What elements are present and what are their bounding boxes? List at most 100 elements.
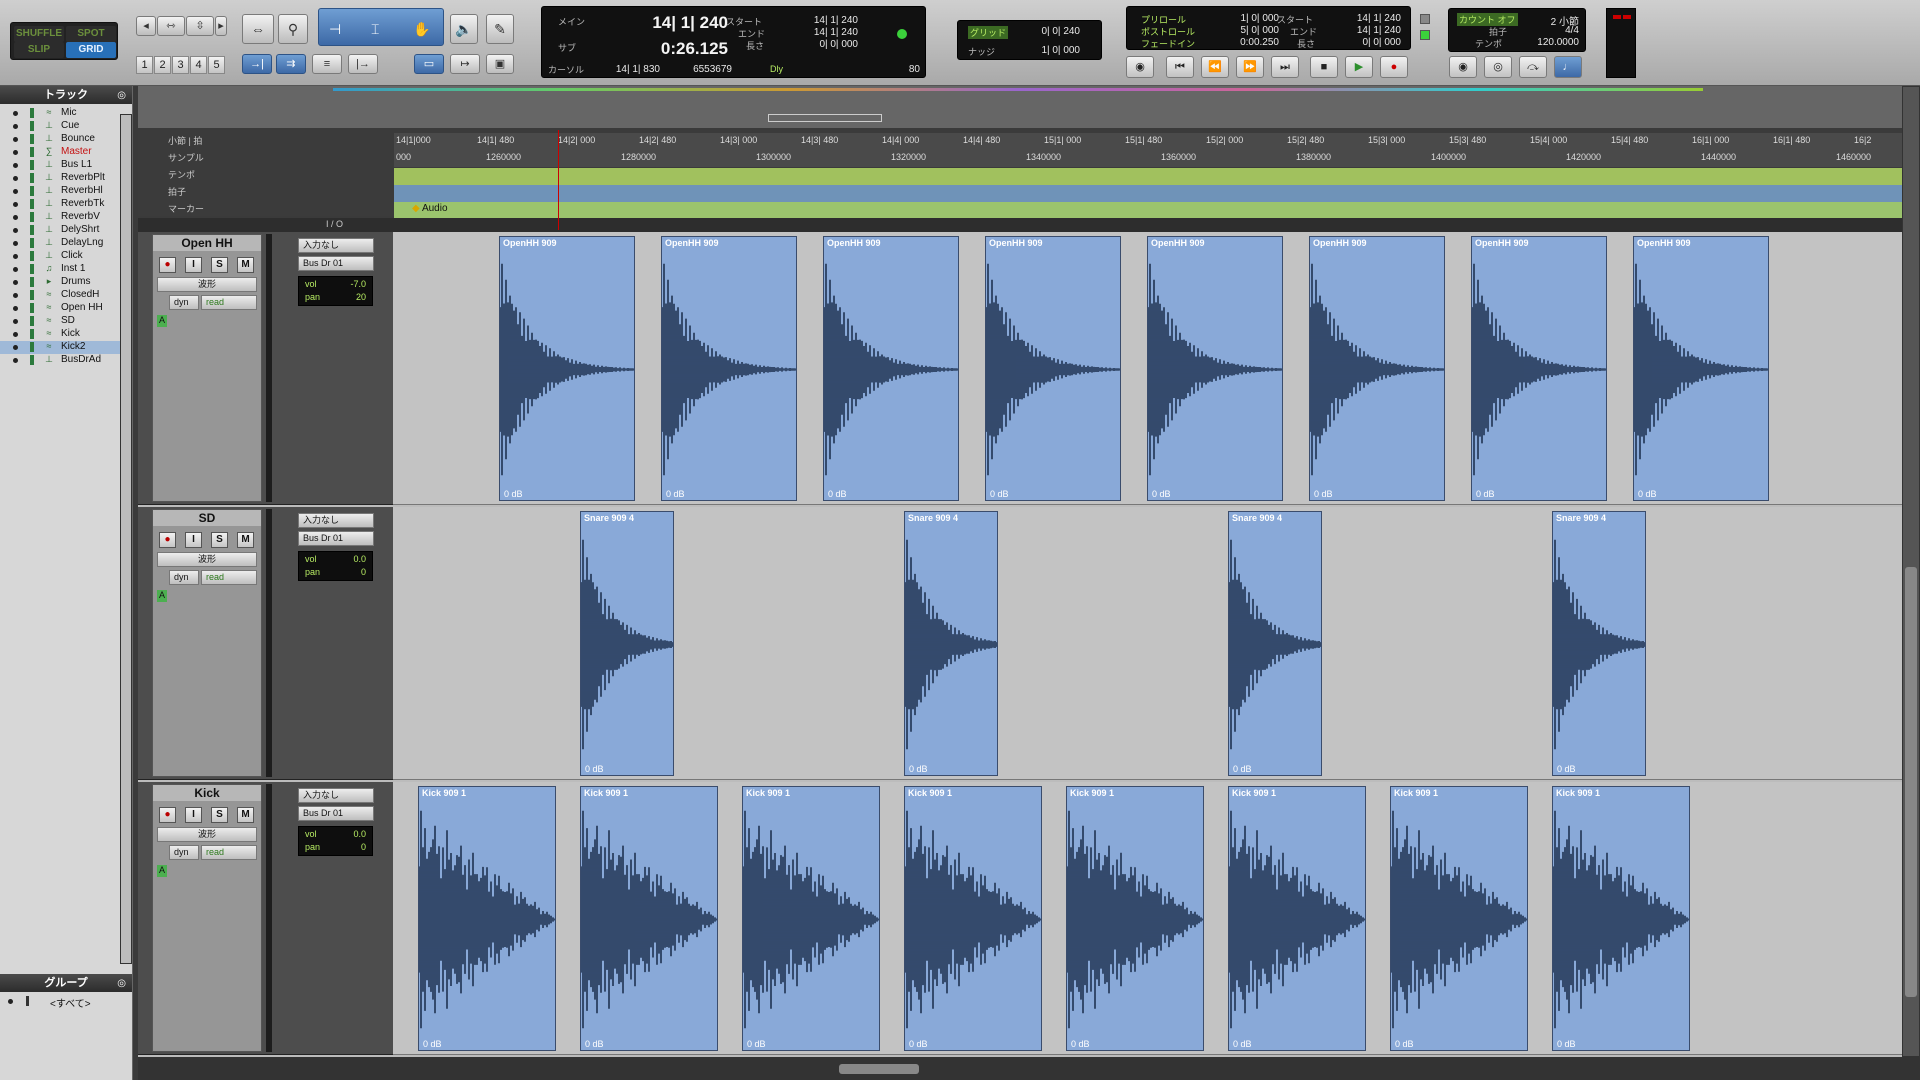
metronome-icon[interactable]: ◉: [1449, 56, 1477, 78]
clip-gain-label[interactable]: 0 dB: [990, 489, 1009, 499]
audio-clip[interactable]: Kick 909 1 0 dB: [1390, 786, 1528, 1051]
playhead-icon[interactable]: ▣: [486, 54, 514, 74]
group-all-row[interactable]: <すべて>: [0, 995, 132, 1010]
audio-clip[interactable]: OpenHH 909 0 dB: [1633, 236, 1769, 501]
nudge-label[interactable]: ナッジ: [968, 45, 995, 58]
audio-clip[interactable]: Snare 909 4 0 dB: [1228, 511, 1322, 776]
sidebar-track-row[interactable]: ⊥ ReverbTk: [0, 198, 132, 211]
length-value[interactable]: 0| 0| 000: [792, 39, 858, 50]
sidebar-track-row[interactable]: ⊥ BusDrAd: [0, 354, 132, 367]
track-show-dot[interactable]: [13, 228, 18, 233]
audio-clip[interactable]: Kick 909 1 0 dB: [418, 786, 556, 1051]
zoom-preset-5[interactable]: 5: [208, 56, 225, 74]
shuffle-mode-button[interactable]: SHUFFLE: [14, 26, 64, 42]
track-view-selector[interactable]: 波形: [157, 827, 257, 842]
playlist-icon[interactable]: A: [157, 865, 167, 877]
output-selector[interactable]: Bus Dr 01: [298, 806, 374, 821]
vertical-scrollbar[interactable]: [1902, 86, 1920, 1057]
volume-pan-box[interactable]: vol 0.0 pan 0: [298, 551, 373, 581]
track-show-dot[interactable]: [13, 150, 18, 155]
track-name-plate[interactable]: SD: [153, 510, 261, 526]
solo-button[interactable]: S: [211, 807, 228, 823]
sidebar-track-row[interactable]: ▸ Drums: [0, 276, 132, 289]
clip-gain-label[interactable]: 0 dB: [1638, 489, 1657, 499]
automation-dyn-button[interactable]: dyn: [169, 570, 199, 585]
track-show-dot[interactable]: [13, 280, 18, 285]
input-selector[interactable]: 入力なし: [298, 513, 374, 528]
solo-button[interactable]: S: [211, 257, 228, 273]
preroll-value[interactable]: 1| 0| 000: [1217, 13, 1279, 24]
keyboard-focus-icon[interactable]: ↦: [450, 54, 480, 74]
go-to-end-icon[interactable]: ⏭: [1271, 56, 1299, 78]
clip-gain-label[interactable]: 0 dB: [1071, 1039, 1090, 1049]
sidebar-track-row[interactable]: ⊥ DelyShrt: [0, 224, 132, 237]
clip-gain-label[interactable]: 0 dB: [666, 489, 685, 499]
track-view-selector[interactable]: 波形: [157, 277, 257, 292]
audio-clip[interactable]: Kick 909 1 0 dB: [1552, 786, 1690, 1051]
audio-clip[interactable]: OpenHH 909 0 dB: [1147, 236, 1283, 501]
track-show-dot[interactable]: [13, 124, 18, 129]
playhead-line[interactable]: [558, 130, 559, 230]
return-to-zero-icon[interactable]: ⏮: [1166, 56, 1194, 78]
audio-clip[interactable]: OpenHH 909 0 dB: [1309, 236, 1445, 501]
sidebar-track-row[interactable]: ∑ Master: [0, 146, 132, 159]
vol-value[interactable]: 0.0: [353, 554, 366, 564]
mute-button[interactable]: M: [237, 807, 254, 823]
audio-clip[interactable]: Kick 909 1 0 dB: [580, 786, 718, 1051]
clip-gain-label[interactable]: 0 dB: [1152, 489, 1171, 499]
clip-gain-label[interactable]: 0 dB: [1476, 489, 1495, 499]
sidebar-track-row[interactable]: ≈ Open HH: [0, 302, 132, 315]
dly-label[interactable]: Dly: [770, 64, 783, 74]
nudge-value[interactable]: 1| 0| 000: [1018, 45, 1080, 56]
horizontal-scroll-thumb[interactable]: [839, 1064, 919, 1074]
record-arm-button[interactable]: ●: [159, 532, 176, 548]
magnify-tool-icon[interactable]: ⚲: [278, 14, 308, 44]
sidebar-track-row[interactable]: ⊥ Bounce: [0, 133, 132, 146]
pan-value[interactable]: 0: [361, 842, 366, 852]
audio-clip[interactable]: Kick 909 1 0 dB: [904, 786, 1042, 1051]
input-selector[interactable]: 入力なし: [298, 238, 374, 253]
audio-clip[interactable]: OpenHH 909 0 dB: [499, 236, 635, 501]
track-list-menu-icon[interactable]: ◎: [117, 87, 126, 105]
zoom-preset-4[interactable]: 4: [190, 56, 207, 74]
selector-tool-icon[interactable]: ⌶: [371, 15, 379, 43]
clip-gain-label[interactable]: 0 dB: [909, 764, 928, 774]
track-show-dot[interactable]: [13, 137, 18, 142]
volume-pan-box[interactable]: vol 0.0 pan 0: [298, 826, 373, 856]
link-indicator[interactable]: [1420, 30, 1430, 40]
markers-ruler[interactable]: ◆ Audio: [394, 202, 1903, 219]
sidebar-track-row[interactable]: ⊥ ReverbPlt: [0, 172, 132, 185]
sidebar-track-row[interactable]: ⊥ ReverbHl: [0, 185, 132, 198]
sidebar-track-row[interactable]: ≈ Kick2: [0, 341, 132, 354]
track-show-dot[interactable]: [13, 254, 18, 259]
samples-ruler-label[interactable]: サンプル: [168, 151, 204, 164]
grid-label[interactable]: グリッド: [968, 26, 1009, 39]
pan-value[interactable]: 20: [356, 292, 366, 302]
audio-clip[interactable]: OpenHH 909 0 dB: [985, 236, 1121, 501]
track-show-dot[interactable]: [13, 306, 18, 311]
transport-length-value[interactable]: 0| 0| 000: [1339, 37, 1401, 48]
grid-mode-button[interactable]: GRID: [66, 42, 116, 58]
clip-gain-label[interactable]: 0 dB: [1233, 1039, 1252, 1049]
output-selector[interactable]: Bus Dr 01: [298, 256, 374, 271]
record-arm-button[interactable]: ●: [159, 807, 176, 823]
grabber-tool-icon[interactable]: ✋: [413, 15, 430, 43]
output-selector[interactable]: Bus Dr 01: [298, 531, 374, 546]
stop-icon[interactable]: ■: [1310, 56, 1338, 78]
sidebar-track-row[interactable]: ⊥ DelayLng: [0, 237, 132, 250]
groups-menu-icon[interactable]: ◎: [117, 975, 126, 993]
meter-ruler[interactable]: [394, 185, 1903, 202]
zoomer-tool-icon[interactable]: ⇔: [242, 14, 274, 44]
online-icon[interactable]: ◉: [1126, 56, 1154, 78]
start-value[interactable]: 14| 1| 240: [792, 15, 858, 26]
sidebar-track-row[interactable]: ⊥ Click: [0, 250, 132, 263]
sidebar-track-row[interactable]: ⊥ Cue: [0, 120, 132, 133]
meter-value[interactable]: 4/4: [1539, 25, 1579, 36]
sidebar-track-row[interactable]: ⊥ ReverbV: [0, 211, 132, 224]
tempo-ruler-label[interactable]: テンポ: [168, 168, 195, 181]
samples-ruler[interactable]: 000 1260000 1280000 1300000 1320000 1340000 13…: [394, 150, 1903, 167]
vol-value[interactable]: 0.0: [353, 829, 366, 839]
sidebar-track-row[interactable]: ≈ ClosedH: [0, 289, 132, 302]
clip-gain-label[interactable]: 0 dB: [1314, 489, 1333, 499]
clip-gain-label[interactable]: 0 dB: [1233, 764, 1252, 774]
